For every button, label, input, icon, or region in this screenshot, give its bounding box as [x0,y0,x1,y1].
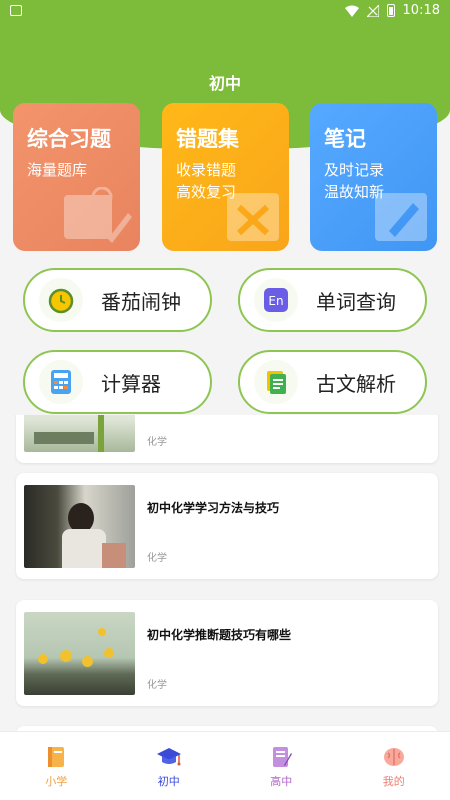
document-icon [254,360,298,404]
list-item[interactable]: 初中化学学习方法与技巧 化学 [16,473,438,579]
brain-icon [383,748,404,766]
notepad-pencil-icon [64,187,132,243]
nav-mine[interactable]: 我的 [338,732,450,800]
card-notes[interactable]: 笔记 及时记录 温故知新 [310,103,437,251]
article-thumbnail [24,485,135,568]
notebook-pen-icon [273,747,293,767]
tomato-alarm-button[interactable]: 番茄闹钟 [23,268,212,332]
article-title: 初中化学学习方法与技巧 [147,501,280,515]
card-wrong-questions[interactable]: 错题集 收录错题 高效复习 [162,103,289,251]
no-signal-icon [366,4,379,17]
nav-label: 小学 [45,775,68,788]
article-thumbnail [24,612,135,695]
book-icon [48,747,65,767]
card-title: 错题集 [176,127,239,151]
alarm-clock-icon [39,278,83,322]
wrong-x-clipboard-icon [227,193,279,241]
card-subtitle: 收录错题 [176,161,237,179]
tool-label: 计算器 [101,371,161,396]
list-item[interactable]: 化学 [16,415,438,463]
calculator-button[interactable]: 计算器 [23,350,212,414]
list-item[interactable]: 初中化学推断题技巧有哪些 化学 [16,600,438,706]
feature-cards: 综合习题 海量题库 错题集 收录错题 高效复习 笔记 及时记录 温故知新 [13,103,437,253]
battery-icon [386,4,395,17]
bottom-nav: 小学 初中 高中 我的 [0,731,450,800]
nav-senior-high[interactable]: 高中 [225,732,338,800]
word-lookup-button[interactable]: En 单词查询 [238,268,427,332]
svg-text:En: En [268,294,283,308]
note-pen-icon [375,193,427,241]
nav-primary-school[interactable]: 小学 [0,732,113,800]
article-tag: 化学 [147,680,167,691]
tool-label: 单词查询 [316,289,396,314]
article-list[interactable]: 化学 初中化学学习方法与技巧 化学 初中化学推断题技巧有哪些 化学 [0,415,450,731]
calculator-icon [39,360,83,404]
status-time: 10:18 [402,3,440,18]
nav-label: 高中 [270,775,293,788]
card-subtitle: 海量题库 [27,161,88,179]
card-title: 笔记 [324,127,366,151]
classical-chinese-button[interactable]: 古文解析 [238,350,427,414]
en-dictionary-icon: En [254,278,298,322]
card-exercises[interactable]: 综合习题 海量题库 [13,103,140,251]
article-title: 初中化学推断题技巧有哪些 [147,628,292,642]
gallery-notification-icon [10,5,22,16]
graduation-cap-icon [156,748,181,766]
article-tag: 化学 [147,437,167,448]
page-title: 初中 [208,74,241,93]
nav-label: 我的 [382,775,405,788]
tool-label: 番茄闹钟 [101,289,181,314]
card-subtitle: 及时记录 [324,161,385,179]
wifi-icon [344,5,359,17]
card-title: 综合习题 [27,127,111,151]
status-bar: 10:18 [0,0,450,24]
tool-label: 古文解析 [316,371,396,396]
nav-label: 初中 [157,775,180,788]
article-tag: 化学 [147,553,167,564]
nav-junior-high[interactable]: 初中 [113,732,226,800]
article-thumbnail [24,415,135,452]
